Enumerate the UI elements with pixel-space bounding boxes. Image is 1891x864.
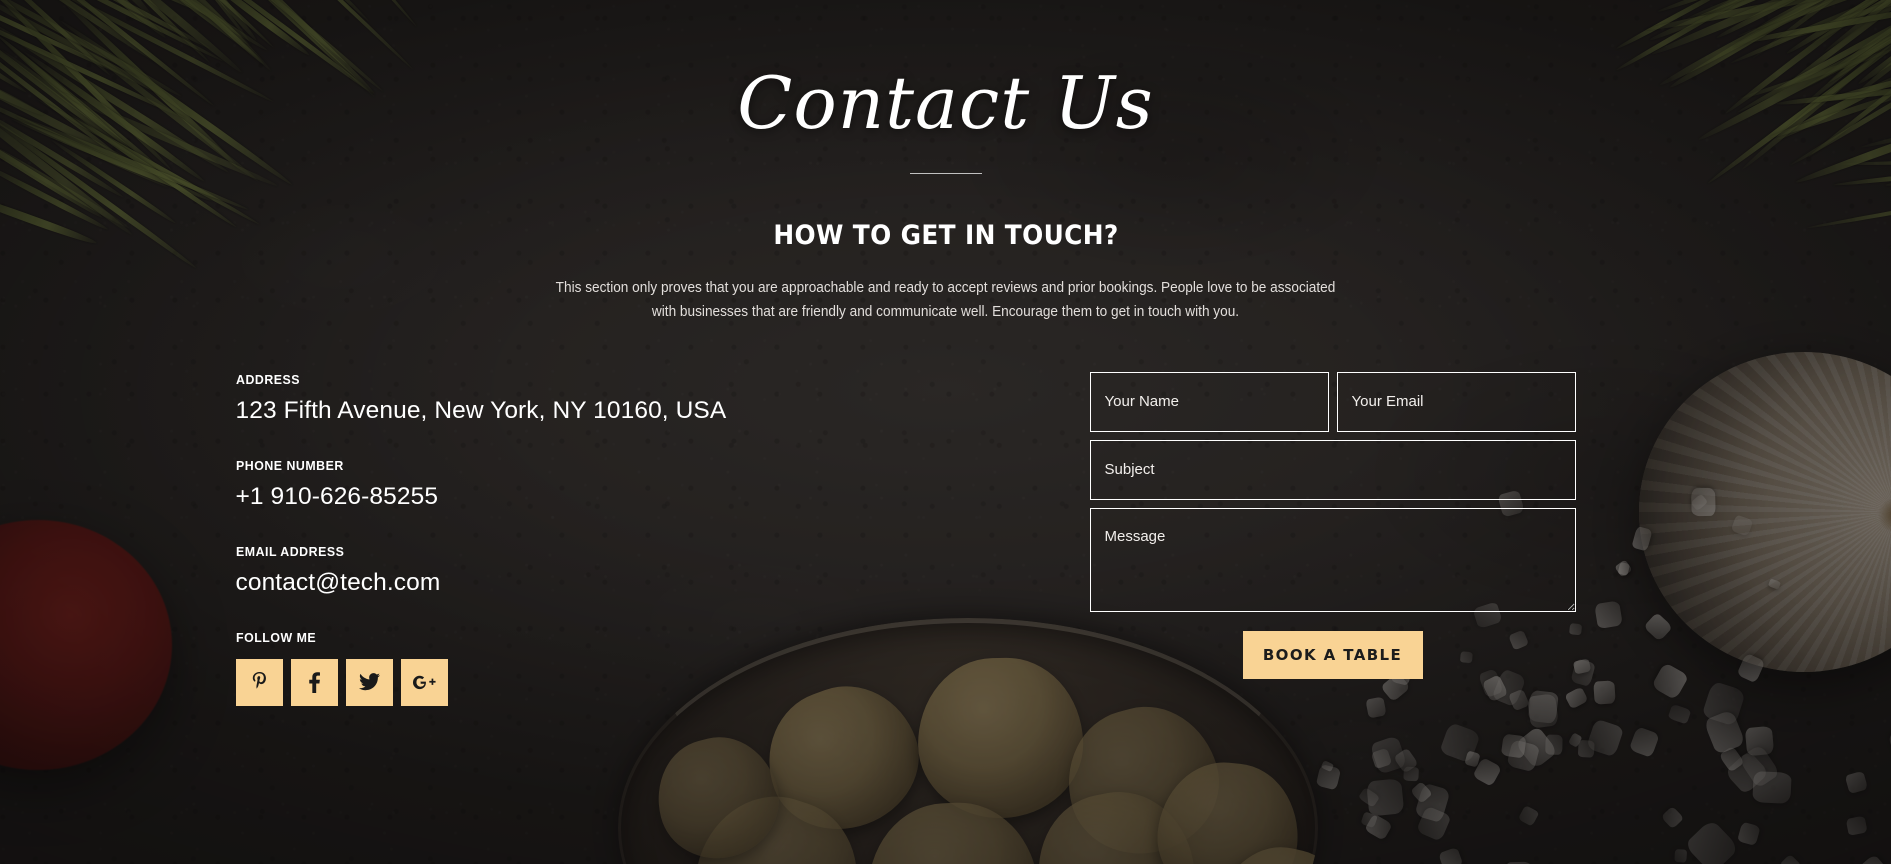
social-link-pinterest[interactable] — [235, 658, 283, 706]
social-link-googleplus[interactable] — [400, 658, 448, 706]
pinterest-icon — [251, 672, 268, 692]
section-subtext: This section only proves that you are ap… — [555, 279, 1336, 320]
message-row — [1089, 507, 1576, 612]
social-link-twitter[interactable] — [345, 658, 393, 706]
name-email-row — [1089, 371, 1576, 432]
phone-label: PHONE NUMBER — [235, 457, 344, 473]
page-title: Contact Us — [737, 61, 1154, 145]
subject-row — [1089, 439, 1576, 500]
contact-form-column: BOOK A TABLE — [1089, 371, 1576, 679]
social-links — [235, 658, 846, 706]
name-input[interactable] — [1089, 371, 1329, 432]
contact-page: Contact Us HOW TO GET IN TOUCH? This sec… — [0, 0, 1891, 864]
email-input[interactable] — [1336, 371, 1576, 432]
phone-value[interactable]: +1 910-626-85255 — [236, 483, 846, 511]
googleplus-icon — [412, 674, 436, 691]
email-value[interactable]: contact@tech.com — [236, 569, 846, 597]
contact-form: BOOK A TABLE — [1089, 371, 1576, 679]
social-link-facebook[interactable] — [290, 658, 338, 706]
follow-block: FOLLOW ME — [235, 629, 846, 706]
contact-columns: ADDRESS 123 Fifth Avenue, New York, NY 1… — [235, 371, 1656, 706]
content-container: Contact Us HOW TO GET IN TOUCH? This sec… — [235, 0, 1656, 706]
twitter-icon — [358, 673, 380, 691]
email-block: EMAIL ADDRESS contact@tech.com — [236, 544, 846, 597]
facebook-icon — [308, 671, 320, 693]
email-label: EMAIL ADDRESS — [235, 543, 344, 559]
address-block: ADDRESS 123 Fifth Avenue, New York, NY 1… — [236, 372, 846, 425]
message-textarea[interactable] — [1089, 507, 1576, 612]
follow-label: FOLLOW ME — [235, 629, 316, 645]
address-value: 123 Fifth Avenue, New York, NY 10160, US… — [235, 396, 727, 424]
address-label: ADDRESS — [235, 371, 300, 387]
book-a-table-button[interactable]: BOOK A TABLE — [1242, 630, 1423, 679]
contact-details-column: ADDRESS 123 Fifth Avenue, New York, NY 1… — [235, 372, 846, 706]
phone-block: PHONE NUMBER +1 910-626-85255 — [236, 458, 846, 511]
subject-input[interactable] — [1089, 439, 1576, 500]
section-heading: HOW TO GET IN TOUCH? — [772, 219, 1119, 251]
title-divider — [909, 172, 982, 174]
submit-row: BOOK A TABLE — [1090, 630, 1576, 679]
